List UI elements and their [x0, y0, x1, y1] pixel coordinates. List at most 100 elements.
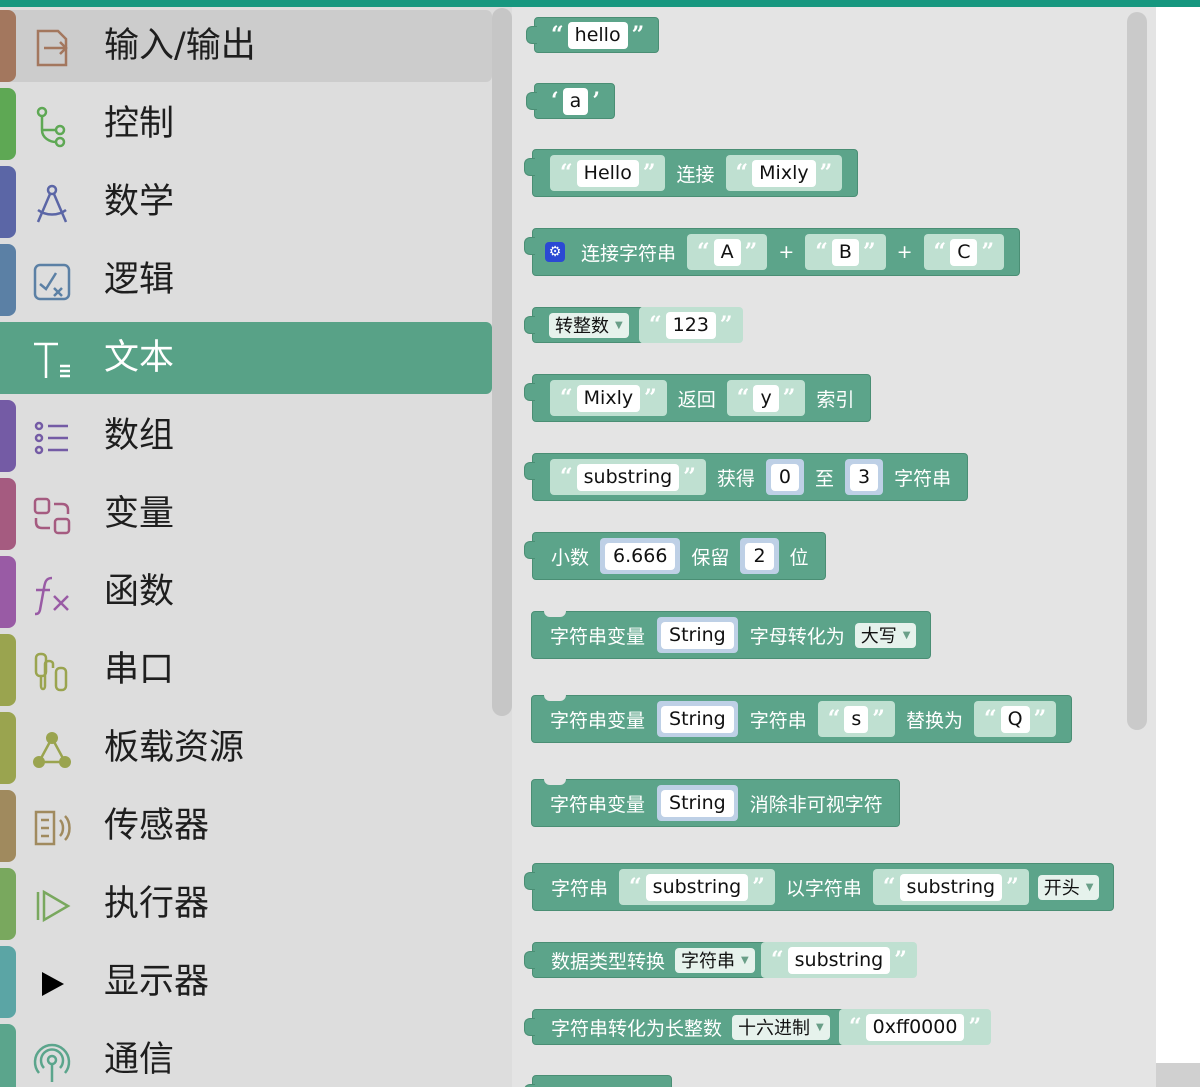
compass-icon — [30, 182, 74, 226]
text-field[interactable]: Mixly — [576, 384, 641, 412]
concat-strings-block[interactable]: ⚙ 连接字符串 “A” + “B” + “C” — [523, 228, 1021, 276]
communication-antenna-icon — [30, 1040, 74, 1084]
open-quote-icon: “ — [629, 874, 642, 900]
close-quote-icon: ” — [981, 239, 995, 265]
convert-label: 数据类型转换 — [551, 950, 666, 973]
close-quote-icon: ” — [1006, 874, 1019, 900]
case-dropdown[interactable]: 大写 ▼ — [854, 622, 917, 648]
text-field[interactable]: y — [753, 384, 779, 412]
text-field[interactable]: C — [950, 238, 978, 266]
trim-label: 消除非可视字符 — [749, 793, 883, 816]
sidebar-category-10[interactable]: 传感器 — [0, 790, 492, 862]
actuator-play-icon — [30, 884, 74, 928]
close-quote-icon: ” — [872, 706, 885, 732]
sidebar-category-1[interactable]: 控制 — [0, 88, 492, 160]
text-field[interactable]: 0xff0000 — [865, 1013, 965, 1041]
text-field[interactable]: Hello — [576, 159, 639, 187]
text-field[interactable]: substring — [899, 873, 1003, 901]
number-field[interactable]: 0 — [770, 463, 799, 491]
text-field[interactable]: 123 — [665, 311, 716, 339]
starts-with-block[interactable]: 字符串 “substring” 以字符串 “substring” 开头 ▼ — [523, 863, 1115, 911]
sidebar-category-4[interactable]: 文本 — [0, 322, 492, 394]
text-field[interactable]: B — [831, 238, 859, 266]
sidebar-category-9[interactable]: 板载资源 — [0, 712, 492, 784]
replace-label: 替换为 — [905, 709, 963, 732]
variable-field[interactable]: String — [661, 621, 734, 649]
text-field[interactable]: hello — [567, 21, 628, 49]
text-input-slot: “B” — [805, 234, 886, 270]
sidebar-category-5[interactable]: 数组 — [0, 400, 492, 472]
text-field[interactable]: substring — [576, 463, 680, 491]
text-join-block[interactable]: “Hello” 连接 “Mixly” — [523, 149, 859, 197]
open-quote-icon: “ — [849, 1014, 862, 1040]
number-field[interactable]: 3 — [849, 463, 879, 491]
flyout-scrollbar[interactable] — [1127, 12, 1147, 730]
number-field[interactable]: 6.666 — [605, 542, 676, 570]
text-input-slot: “s” — [817, 701, 895, 737]
string-case-block[interactable]: 字符串变量 String 字母转化为 大写 ▼ — [531, 611, 932, 659]
plus-label: + — [778, 241, 795, 263]
radix-dropdown[interactable]: 十六进制 ▼ — [732, 1014, 830, 1040]
open-quote-icon: “ — [815, 239, 828, 265]
type-dropdown[interactable]: 字符串 ▼ — [675, 947, 755, 973]
text-field[interactable]: Mixly — [752, 159, 816, 187]
open-quote-icon: “ — [560, 385, 573, 411]
substring-block[interactable]: “substring” 获得 0 至 3 字符串 — [523, 453, 969, 501]
category-color-stripe — [0, 166, 16, 238]
category-color-stripe — [0, 790, 16, 862]
category-color-stripe — [0, 88, 16, 160]
to-long-block[interactable]: 字符串转化为长整数 十六进制 ▼ — [524, 1009, 845, 1045]
text-field[interactable]: substring — [645, 873, 749, 901]
control-flow-icon — [30, 104, 74, 148]
open-quote-icon: “ — [735, 160, 749, 186]
variable-field[interactable]: String — [661, 705, 734, 733]
close-quote-icon: ” — [631, 22, 645, 48]
input-output-icon — [30, 26, 74, 70]
sidebar-category-7[interactable]: 函数 — [0, 556, 492, 628]
toolbox-scrollbar[interactable] — [492, 8, 512, 716]
string-trim-block[interactable]: 字符串变量 String 消除非可视字符 — [531, 779, 900, 827]
text-field[interactable]: Q — [1000, 705, 1030, 733]
list-icon — [30, 416, 74, 460]
sidebar-category-8[interactable]: 串口 — [0, 634, 492, 706]
variable-field[interactable]: String — [661, 789, 734, 817]
number-field[interactable]: 2 — [745, 542, 774, 570]
text-input-slot: “Mixly” — [725, 155, 843, 191]
sidebar-category-12[interactable]: 显示器 — [0, 946, 492, 1018]
block-flyout: “ hello ” ‘ a ’ “Hello” 连接 “Mixly” ⚙ 连接字… — [512, 7, 1156, 1087]
conversion-dropdown[interactable]: 转整数 ▼ — [549, 312, 629, 338]
dropdown-value: 字符串 — [681, 951, 736, 972]
open-quote-icon: “ — [827, 706, 841, 732]
text-literal-block[interactable]: “ hello ” — [525, 17, 660, 53]
text-field[interactable]: A — [713, 238, 741, 266]
sidebar-category-3[interactable]: 逻辑 — [0, 244, 492, 316]
dropdown-value: 大写 — [860, 626, 897, 647]
horizontal-scrollbar[interactable] — [1156, 1063, 1200, 1087]
string-var-label: 字符串变量 — [550, 625, 646, 648]
sidebar-category-6[interactable]: 变量 — [0, 478, 492, 550]
text-input-slot: “Mixly” — [550, 380, 667, 416]
gear-icon[interactable]: ⚙ — [545, 242, 565, 262]
text-field[interactable]: substring — [787, 946, 891, 974]
position-dropdown[interactable]: 开头 ▼ — [1037, 874, 1100, 900]
text-index-of-block[interactable]: “Mixly” 返回 “y” 索引 — [523, 374, 872, 422]
char-field[interactable]: a — [562, 87, 589, 115]
text-field[interactable]: s — [844, 705, 869, 733]
string-replace-block[interactable]: 字符串变量 String 字符串 “s” 替换为 “Q” — [531, 695, 1073, 743]
type-convert-block[interactable]: 数据类型转换 字符串 ▼ — [524, 942, 770, 978]
sidebar-category-11[interactable]: 执行器 — [0, 868, 492, 940]
dropdown-value: 十六进制 — [738, 1018, 811, 1039]
sidebar-category-13[interactable]: 通信 — [0, 1024, 492, 1087]
partial-block[interactable] — [524, 1075, 672, 1087]
close-quote-icon: ” — [1033, 706, 1047, 732]
sidebar-category-0[interactable]: 输入/输出 — [0, 10, 492, 82]
decimal-round-block[interactable]: 小数 6.666 保留 2 位 — [524, 532, 826, 580]
char-literal-block[interactable]: ‘ a ’ — [526, 83, 615, 119]
to-int-block[interactable]: 转整数 ▼ — [524, 307, 644, 343]
open-quote-icon: “ — [882, 874, 896, 900]
close-quote-icon: ” — [744, 239, 758, 265]
open-quote-icon: “ — [983, 706, 997, 732]
open-quote-icon: “ — [697, 239, 710, 265]
sidebar-category-2[interactable]: 数学 — [0, 166, 492, 238]
string-label: 字符串 — [551, 877, 609, 900]
